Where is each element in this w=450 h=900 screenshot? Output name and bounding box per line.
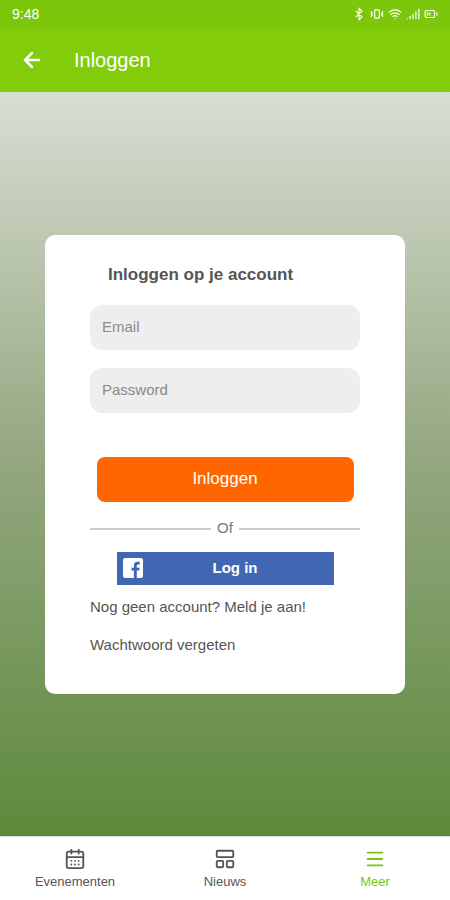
facebook-button-label: Log in — [143, 557, 328, 580]
app-screen: 9:48InloggenInloggen op je accountInlogg… — [0, 0, 450, 900]
divider-line — [239, 528, 360, 530]
forgot-password-link[interactable]: Wachtwoord vergeten — [90, 635, 235, 655]
bottom-nav-item[interactable]: Nieuws — [150, 837, 300, 900]
login-card: Inloggen op je account Inloggen Of Log in No… — [45, 235, 405, 694]
or-divider: Of — [90, 518, 360, 540]
app-bar-title: Inloggen — [74, 47, 151, 73]
vibrate-icon — [370, 7, 384, 21]
bottom-nav-item[interactable]: Meer — [300, 837, 450, 900]
divider-text: Of — [217, 517, 233, 540]
bluetooth-icon — [352, 7, 366, 21]
email-input[interactable] — [90, 305, 360, 350]
nav-icon — [64, 848, 86, 870]
battery-icon — [424, 7, 438, 21]
login-fields — [90, 305, 360, 413]
app-bar: Inloggen — [0, 28, 450, 92]
nav-icon — [214, 848, 236, 870]
status-bar: 9:48 — [0, 0, 450, 28]
facebook-logo-icon — [123, 558, 143, 578]
signal-icon — [406, 7, 420, 21]
password-input[interactable] — [90, 368, 360, 413]
back-arrow-icon[interactable] — [20, 48, 44, 72]
login-title: Inloggen op je account — [90, 265, 293, 285]
status-icons — [352, 7, 438, 21]
facebook-login-button[interactable]: Log in — [117, 552, 334, 585]
nav-label: Meer — [360, 874, 390, 890]
nav-label: Nieuws — [204, 874, 247, 890]
background-photo: Inloggen op je account Inloggen Of Log in No… — [0, 92, 450, 836]
nav-label: Evenementen — [35, 874, 115, 890]
login-button[interactable]: Inloggen — [97, 457, 354, 502]
signup-link[interactable]: Nog geen account? Meld je aan! — [90, 597, 306, 617]
wifi-icon — [388, 7, 402, 21]
bottom-nav-item[interactable]: Evenementen — [0, 837, 150, 900]
divider-line — [90, 528, 211, 530]
bottom-nav: Evenementen Nieuws Meer — [0, 836, 450, 900]
nav-icon — [364, 848, 386, 870]
status-time: 9:48 — [12, 5, 39, 23]
